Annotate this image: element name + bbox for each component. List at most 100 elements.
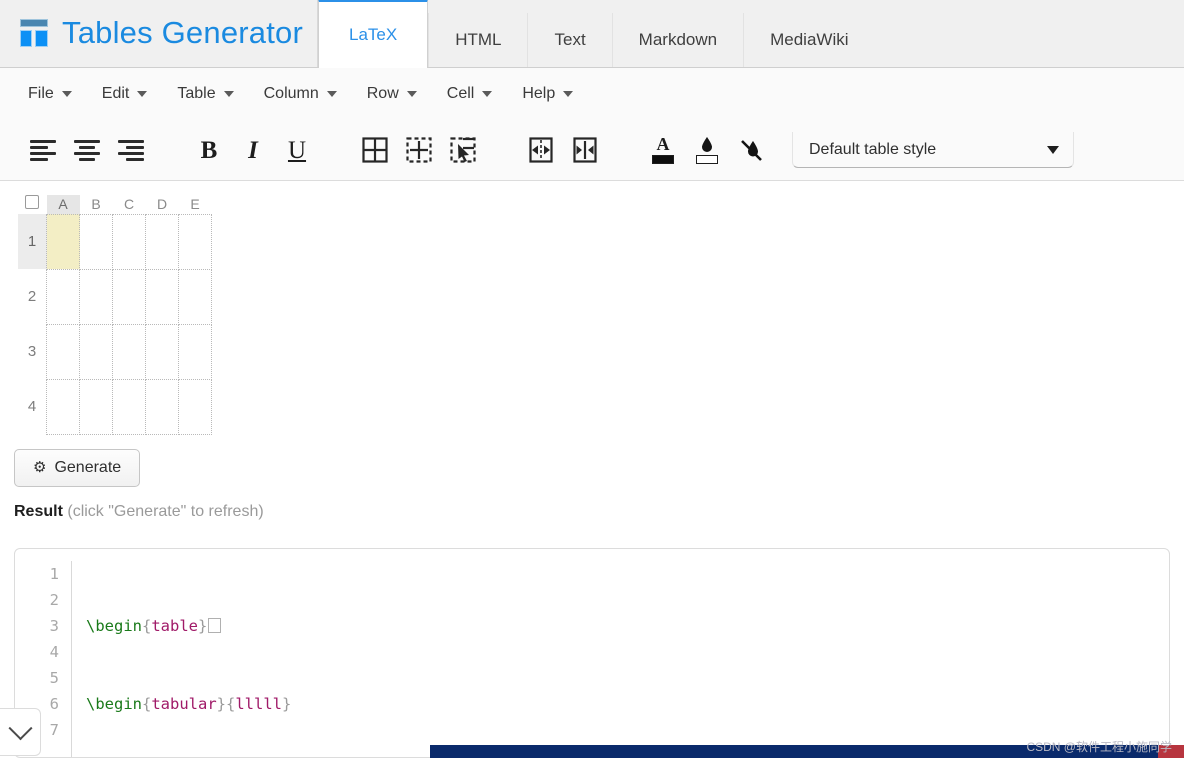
result-label: Result [14,502,63,520]
all-borders-icon [362,137,388,163]
menu-table-label: Table [177,85,216,102]
cell-e4[interactable] [178,378,212,435]
cell-b3[interactable] [79,323,113,380]
column-header-row: A B C D E [18,195,212,214]
column-header-b[interactable]: B [80,195,113,214]
cell-d2[interactable] [145,268,179,325]
cell-d1[interactable] [145,213,179,270]
menu-row[interactable]: Row [367,85,417,103]
code-line-2: \begin{tabular}{lllll} [86,695,292,713]
code-output-panel[interactable]: 1 2 3 4 5 6 7 \begin{table} \begin{tabul… [14,548,1170,758]
row-header-2[interactable]: 2 [18,269,47,324]
menu-file-label: File [28,85,54,102]
line-number: 2 [49,591,59,609]
toolbar: B I U A Default table style [0,120,1184,181]
clear-formatting-button[interactable] [734,133,768,167]
cell-e3[interactable] [178,323,212,380]
tab-markdown[interactable]: Markdown [611,13,744,67]
italic-button[interactable]: I [236,133,270,167]
tab-latex[interactable]: LaTeX [318,0,429,68]
align-right-icon [118,137,144,164]
select-borders-button[interactable] [446,133,480,167]
result-hint: (click "Generate" to refresh) [67,502,264,520]
cell-e1[interactable] [178,213,212,270]
menu-table[interactable]: Table [177,85,234,103]
align-center-icon [74,137,100,164]
menu-edit[interactable]: Edit [102,85,148,103]
chevron-down-icon [326,91,337,97]
chevron-down-icon [1047,145,1059,154]
tab-text[interactable]: Text [527,13,612,67]
row-header-1[interactable]: 1 [18,214,47,269]
cell-c3[interactable] [112,323,146,380]
table-style-select[interactable]: Default table style [792,132,1074,168]
align-left-button[interactable] [26,133,60,167]
spreadsheet: A B C D E 1 2 3 4 [0,181,1184,435]
cell-a3[interactable] [46,323,80,380]
text-color-icon: A [656,133,670,154]
align-left-icon [30,137,56,164]
line-number: 3 [49,617,59,635]
cell-c2[interactable] [112,268,146,325]
cell-b4[interactable] [79,378,113,435]
app-header: Tables Generator LaTeX HTML Text Markdow… [0,0,1184,68]
text-color-swatch [652,154,674,164]
tab-html[interactable]: HTML [428,13,528,67]
generate-area: ⚙ Generate [0,435,1184,487]
cell-e2[interactable] [178,268,212,325]
underline-button[interactable]: U [280,133,314,167]
cell-c1[interactable] [112,213,146,270]
cell-b2[interactable] [79,268,113,325]
all-borders-button[interactable] [358,133,392,167]
menu-column[interactable]: Column [264,85,337,103]
text-color-button[interactable]: A [646,133,680,167]
table-style-value: Default table style [809,140,937,158]
menu-file[interactable]: File [28,85,72,103]
menu-help-label: Help [522,85,556,102]
table-row: 4 [18,378,212,435]
code-text[interactable]: \begin{table} \begin{tabular}{lllll} & &… [72,561,292,757]
menu-help[interactable]: Help [522,85,574,103]
dashed-borders-button[interactable] [402,133,436,167]
merge-cells-button[interactable] [524,133,558,167]
row-header-3[interactable]: 3 [18,324,47,379]
menu-bar: File Edit Table Column Row Cell Help [0,68,1184,120]
menu-cell[interactable]: Cell [447,85,493,103]
tab-mediawiki[interactable]: MediaWiki [743,13,875,67]
chevron-down-icon [7,715,33,740]
cell-c4[interactable] [112,378,146,435]
split-cell-button[interactable] [568,133,602,167]
select-borders-icon [450,137,476,163]
cell-a1[interactable] [46,213,80,270]
cell-b1[interactable] [79,213,113,270]
format-tabs: LaTeX HTML Text Markdown MediaWiki [318,0,1184,68]
align-right-button[interactable] [114,133,148,167]
cell-a4[interactable] [46,378,80,435]
dashed-borders-icon [406,137,432,163]
align-center-button[interactable] [70,133,104,167]
merge-cells-icon [529,137,553,163]
chevron-down-icon [563,91,574,97]
cell-d3[interactable] [145,323,179,380]
select-all-cell[interactable] [18,195,47,214]
generate-button-label: Generate [54,458,122,476]
select-all-checkbox[interactable] [25,195,40,209]
menu-row-label: Row [366,85,399,102]
fill-color-swatch [696,155,718,164]
cell-a2[interactable] [46,268,80,325]
column-header-d[interactable]: D [146,195,179,214]
column-header-a[interactable]: A [46,195,80,214]
generate-button[interactable]: ⚙ Generate [14,448,141,487]
table-row: 3 [18,323,212,380]
column-header-e[interactable]: E [179,195,212,214]
fill-color-button[interactable] [690,133,724,167]
cell-d4[interactable] [145,378,179,435]
table-row: 1 [18,213,212,270]
column-header-c[interactable]: C [113,195,146,214]
collapse-panel-button[interactable] [0,708,41,756]
underline-icon: U [287,136,307,164]
chevron-down-icon [137,91,148,97]
row-header-4[interactable]: 4 [18,379,47,434]
bold-button[interactable]: B [192,133,226,167]
italic-icon: I [248,136,258,164]
